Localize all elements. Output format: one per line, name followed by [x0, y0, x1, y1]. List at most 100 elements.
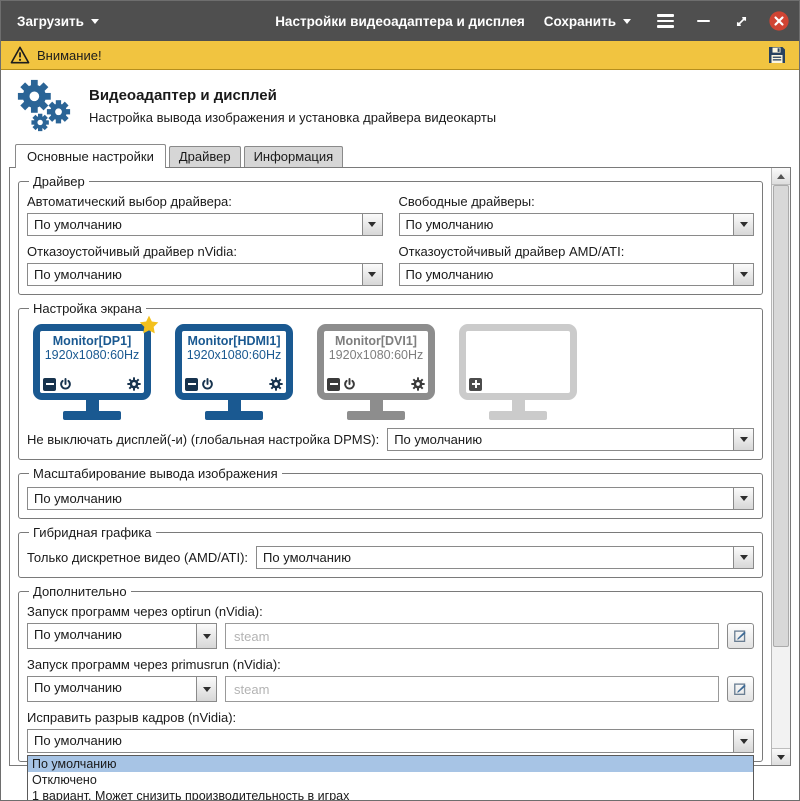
save-menu-button[interactable]: Сохранить [536, 8, 639, 35]
group-hybrid-legend: Гибридная графика [29, 525, 156, 540]
chevron-down-icon [362, 214, 382, 235]
chevron-down-icon [733, 264, 753, 285]
monitor-add-slot[interactable] [459, 324, 577, 420]
failsafe-nvidia-select[interactable]: По умолчанию [27, 263, 383, 286]
primary-star-icon [138, 314, 160, 336]
minimize-icon [697, 20, 710, 23]
scaling-select[interactable]: По умолчанию [27, 487, 754, 510]
titlebar-controls: Сохранить [536, 8, 791, 35]
monitor-base [489, 411, 547, 420]
power-icon[interactable] [201, 378, 214, 391]
hamburger-menu-button[interactable] [653, 9, 677, 33]
tab-driver[interactable]: Драйвер [169, 146, 241, 167]
remove-monitor-icon[interactable] [43, 378, 56, 391]
optirun-app-input[interactable] [225, 623, 719, 649]
discrete-only-select[interactable]: По умолчанию [256, 546, 754, 569]
remove-monitor-icon[interactable] [185, 378, 198, 391]
discrete-only-label: Только дискретное видео (AMD/ATI): [27, 550, 248, 565]
monitor-screen: Monitor[DVI1] 1920x1080:60Hz [317, 324, 435, 400]
auto-driver-select[interactable]: По умолчанию [27, 213, 383, 236]
dropdown-option[interactable]: 1 вариант. Может снизить производительно… [28, 788, 753, 801]
minimize-button[interactable] [691, 9, 715, 33]
pencil-icon [733, 681, 749, 697]
dpms-label: Не выключать дисплей(-и) (глобальная нас… [27, 432, 379, 447]
free-driver-select[interactable]: По умолчанию [399, 213, 755, 236]
monitor-dvi1[interactable]: Monitor[DVI1] 1920x1080:60Hz [317, 324, 435, 420]
chevron-down-icon [733, 214, 753, 235]
dropdown-option[interactable]: По умолчанию [28, 756, 753, 772]
group-driver: Драйвер Автоматический выбор драйвера: С… [18, 174, 763, 295]
monitor-stand [228, 400, 241, 411]
monitor-mode: 1920x1080:60Hz [324, 348, 428, 362]
tab-information[interactable]: Информация [244, 146, 344, 167]
power-icon[interactable] [59, 378, 72, 391]
gear-icon[interactable] [269, 377, 283, 391]
failsafe-amd-label: Отказоустойчивый драйвер AMD/ATI: [399, 244, 755, 259]
primusrun-label: Запуск программ через primusrun (nVidia)… [27, 657, 754, 672]
scrollbar-thumb[interactable] [773, 185, 789, 647]
group-screen-legend: Настройка экрана [29, 301, 146, 316]
monitor-hdmi1[interactable]: Monitor[HDMI1] 1920x1080:60Hz [175, 324, 293, 420]
group-scaling: Масштабирование вывода изображения По ум… [18, 466, 763, 519]
failsafe-amd-select[interactable]: По умолчанию [399, 263, 755, 286]
hamburger-icon [657, 14, 674, 28]
gears-icon [15, 77, 73, 135]
tab-content-frame: Драйвер Автоматический выбор драйвера: С… [9, 167, 791, 766]
scroll-down-button[interactable] [772, 748, 790, 765]
warning-bar: Внимание! [1, 41, 799, 70]
group-extra: Дополнительно Запуск программ через opti… [18, 584, 763, 762]
chevron-down-icon [733, 547, 753, 568]
group-scaling-legend: Масштабирование вывода изображения [29, 466, 282, 481]
settings-panel: Драйвер Автоматический выбор драйвера: С… [10, 168, 771, 765]
monitor-mode: 1920x1080:60Hz [182, 348, 286, 362]
group-extra-legend: Дополнительно [29, 584, 131, 599]
monitor-stand [86, 400, 99, 411]
save-menu-label: Сохранить [544, 14, 616, 29]
monitor-base [205, 411, 263, 420]
page-header-text: Видеоадаптер и дисплей Настройка вывода … [89, 87, 496, 125]
warning-icon [10, 46, 30, 64]
add-monitor-icon[interactable] [469, 378, 482, 391]
tearfree-select[interactable]: По умолчанию [27, 729, 754, 753]
monitor-base [63, 411, 121, 420]
page-header: Видеоадаптер и дисплей Настройка вывода … [1, 70, 799, 142]
monitor-base [347, 411, 405, 420]
scrollbar-track[interactable] [772, 185, 790, 748]
gear-icon[interactable] [127, 377, 141, 391]
dropdown-option[interactable]: Отключено [28, 772, 753, 788]
monitor-screen [459, 324, 577, 400]
primusrun-app-input[interactable] [225, 676, 719, 702]
optirun-edit-button[interactable] [727, 623, 754, 649]
primusrun-select[interactable]: По умолчанию [27, 676, 217, 702]
primusrun-edit-button[interactable] [727, 676, 754, 702]
tab-main-settings[interactable]: Основные настройки [15, 144, 166, 168]
monitor-stand [512, 400, 525, 411]
gear-icon[interactable] [411, 377, 425, 391]
monitor-name: Monitor[DVI1] [324, 334, 428, 348]
maximize-button[interactable] [729, 9, 753, 33]
tearfree-label: Исправить разрыв кадров (nVidia): [27, 710, 754, 725]
save-icon [766, 44, 788, 66]
monitor-dp1[interactable]: Monitor[DP1] 1920x1080:60Hz [33, 324, 151, 420]
dpms-select[interactable]: По умолчанию [387, 428, 754, 451]
vertical-scrollbar[interactable] [771, 168, 790, 765]
chevron-down-icon [733, 488, 753, 509]
monitor-name: Monitor[DP1] [40, 334, 144, 348]
page-subtitle: Настройка вывода изображения и установка… [89, 110, 496, 125]
power-icon[interactable] [343, 378, 356, 391]
chevron-down-icon [733, 429, 753, 450]
chevron-down-icon [733, 730, 753, 752]
resize-icon [734, 14, 749, 29]
load-menu-button[interactable]: Загрузить [9, 8, 107, 35]
optirun-label: Запуск программ через optirun (nVidia): [27, 604, 754, 619]
group-screen: Настройка экрана Monitor[DP1] 1920x1080:… [18, 301, 763, 460]
scroll-up-button[interactable] [772, 168, 790, 185]
optirun-select[interactable]: По умолчанию [27, 623, 217, 649]
monitor-name: Monitor[HDMI1] [182, 334, 286, 348]
auto-driver-label: Автоматический выбор драйвера: [27, 194, 383, 209]
close-button[interactable] [767, 9, 791, 33]
remove-monitor-icon[interactable] [327, 378, 340, 391]
page-title: Видеоадаптер и дисплей [89, 87, 496, 104]
quick-save-button[interactable] [764, 43, 790, 67]
tearfree-dropdown-list: По умолчанию Отключено 1 вариант. Может … [27, 755, 754, 801]
